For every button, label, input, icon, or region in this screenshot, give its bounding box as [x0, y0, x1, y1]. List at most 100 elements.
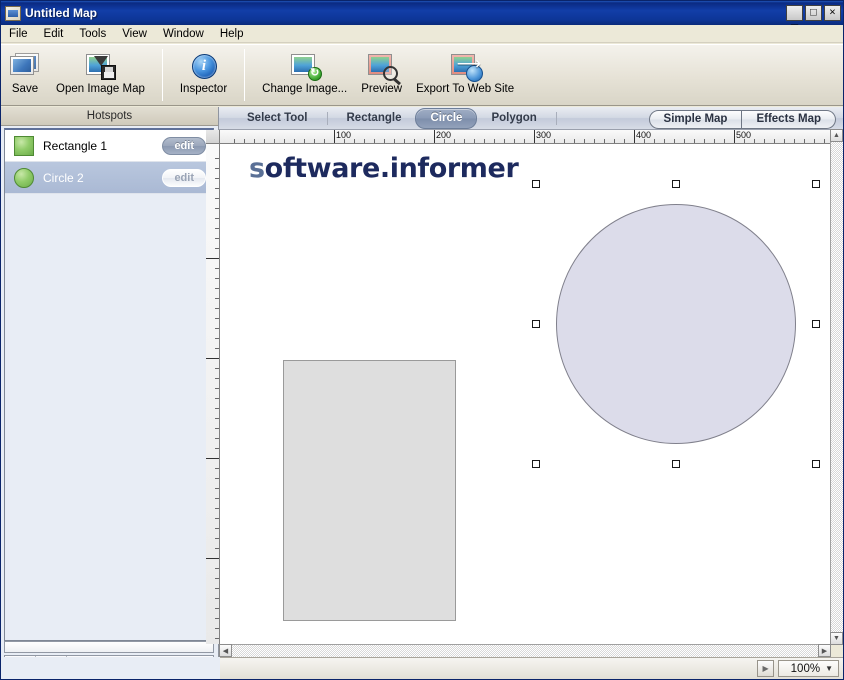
ruler-tick — [206, 558, 219, 559]
menu-item-tools[interactable]: Tools — [79, 26, 114, 42]
scroll-left-arrow-icon[interactable]: ◀ — [219, 644, 232, 657]
ruler-tick — [774, 139, 775, 143]
selection-handle[interactable] — [812, 180, 820, 188]
inspector-button[interactable]: i Inspector — [173, 45, 234, 95]
save-photos-disk-icon — [8, 51, 42, 81]
ruler-tick — [215, 628, 219, 629]
ruler-tick — [215, 168, 219, 169]
ruler-tick — [215, 178, 219, 179]
ruler-tick — [394, 139, 395, 143]
vertical-ruler[interactable]: 100200300400500 — [206, 144, 220, 644]
scroll-right-arrow-icon[interactable]: ▶ — [818, 644, 831, 657]
hotspot-shape-circle-2[interactable] — [556, 204, 796, 444]
ruler-tick — [484, 139, 485, 143]
ruler-tick — [215, 638, 219, 639]
ruler-tick — [504, 139, 505, 143]
zoom-level-select[interactable]: 100% ▼ — [778, 660, 839, 677]
ruler-tick — [215, 368, 219, 369]
tool-tab-bar: Select Tool Rectangle Circle Polygon Sim… — [219, 107, 843, 130]
ruler-tick — [644, 139, 645, 143]
menu-item-file[interactable]: File — [9, 26, 36, 42]
zoom-level-value: 100% — [790, 662, 821, 675]
ruler-tick — [215, 408, 219, 409]
tab-rectangle[interactable]: Rectangle — [333, 109, 416, 128]
ruler-tick — [374, 139, 375, 143]
selection-handle[interactable] — [812, 320, 820, 328]
edit-hotspot-button[interactable]: edit — [162, 136, 206, 155]
ruler-tick — [215, 388, 219, 389]
canvas-vertical-scrollbar[interactable]: ▲ ▼ — [830, 129, 843, 645]
export-web-globe-icon: ⟶ — [448, 51, 484, 82]
change-image-button[interactable]: Change Image... — [255, 45, 354, 95]
selection-handle[interactable] — [672, 460, 680, 468]
ruler-tick — [215, 308, 219, 309]
window-controls: _ □ × — [786, 5, 841, 25]
selection-handle[interactable] — [812, 460, 820, 468]
minimize-icon: _ — [790, 11, 799, 26]
canvas-horizontal-scrollbar[interactable]: ◀ ▶ — [219, 644, 831, 657]
close-button[interactable]: × — [824, 5, 841, 21]
ruler-tick — [234, 139, 235, 143]
ruler-tick — [324, 139, 325, 143]
ruler-corner — [206, 130, 220, 144]
ruler-tick — [294, 139, 295, 143]
open-image-map-button[interactable]: Open Image Map — [49, 45, 152, 95]
hotspots-list-scrollbar[interactable] — [4, 641, 214, 653]
effects-map-button[interactable]: Effects Map — [742, 110, 836, 129]
ruler-tick — [215, 318, 219, 319]
main-toolbar: Save Open Image Map i Inspector ↻ Change… — [1, 44, 843, 106]
title-bar: Untitled Map _ □ × — [1, 1, 843, 25]
minimize-button[interactable]: _ — [786, 5, 803, 25]
hotspots-list[interactable]: Rectangle 1 edit Circle 2 edit — [4, 128, 214, 641]
image-logo-text: software.informer — [249, 153, 519, 184]
menu-item-window[interactable]: Window — [163, 26, 212, 42]
tab-select-tool[interactable]: Select Tool — [233, 109, 322, 128]
simple-map-button[interactable]: Simple Map — [648, 110, 743, 129]
change-image-label: Change Image... — [262, 83, 348, 95]
save-button[interactable]: Save — [1, 45, 49, 95]
export-to-web-site-label: Export To Web Site — [416, 83, 515, 95]
ruler-tick — [215, 208, 219, 209]
ruler-tick — [215, 548, 219, 549]
maximize-button[interactable]: □ — [805, 5, 822, 21]
ruler-tick — [215, 588, 219, 589]
status-nav-button[interactable]: ▶ — [757, 660, 775, 677]
ruler-tick — [814, 139, 815, 143]
ruler-tick — [215, 478, 219, 479]
ruler-tick — [215, 498, 219, 499]
menu-item-help[interactable]: Help — [220, 26, 252, 42]
toolbar-separator-1 — [161, 49, 163, 101]
selection-handle[interactable] — [532, 320, 540, 328]
selection-handle[interactable] — [532, 460, 540, 468]
ruler-tick — [215, 158, 219, 159]
edit-hotspot-button[interactable]: edit — [162, 168, 206, 187]
ruler-tick — [215, 418, 219, 419]
hotspot-shape-rectangle-1[interactable] — [283, 360, 456, 621]
ruler-tick — [544, 139, 545, 143]
ruler-tick — [554, 139, 555, 143]
scroll-down-arrow-icon[interactable]: ▼ — [830, 632, 843, 645]
ruler-tick — [215, 248, 219, 249]
selection-handle[interactable] — [532, 180, 540, 188]
info-circle-icon: i — [187, 51, 221, 81]
ruler-tick — [215, 188, 219, 189]
tab-polygon[interactable]: Polygon — [477, 109, 550, 128]
sidebar-bottom-filler — [1, 657, 220, 679]
hotspot-row-circle-2[interactable]: Circle 2 edit — [5, 162, 213, 194]
tab-circle[interactable]: Circle — [415, 107, 478, 129]
ruler-tick — [215, 428, 219, 429]
menu-item-view[interactable]: View — [122, 26, 155, 42]
menu-item-edit[interactable]: Edit — [44, 26, 72, 42]
ruler-tick — [384, 139, 385, 143]
ruler-tick — [215, 298, 219, 299]
horizontal-ruler[interactable]: 100200300400500600 — [220, 130, 830, 144]
ruler-tick — [744, 139, 745, 143]
scroll-up-arrow-icon[interactable]: ▲ — [830, 129, 843, 142]
hotspot-row-rectangle-1[interactable]: Rectangle 1 edit — [5, 130, 213, 162]
ruler-tick — [494, 139, 495, 143]
ruler-tick — [215, 598, 219, 599]
map-canvas[interactable]: software.informer — [220, 144, 830, 644]
selection-handle[interactable] — [672, 180, 680, 188]
export-to-web-site-button[interactable]: ⟶ Export To Web Site — [409, 45, 521, 95]
preview-button[interactable]: Preview — [354, 45, 409, 95]
